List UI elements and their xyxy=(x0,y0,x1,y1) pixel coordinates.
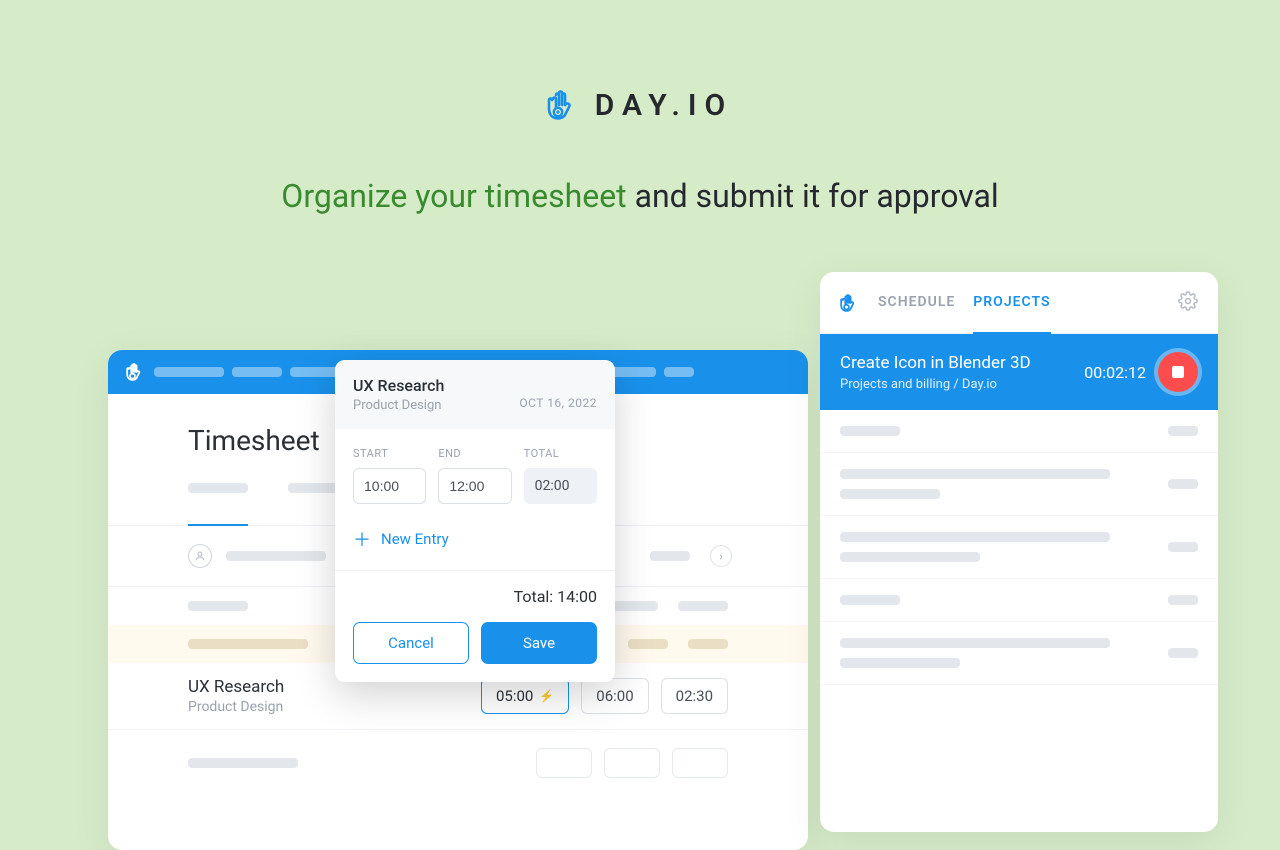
modal-task-title: UX Research xyxy=(353,376,444,395)
brand-name: DAY.IO xyxy=(595,88,734,123)
modal-grand-total: Total: 14:00 xyxy=(335,570,615,622)
plus-icon: ＋ xyxy=(353,526,371,552)
active-tracker: Create Icon in Blender 3D Projects and b… xyxy=(820,334,1218,410)
list-item[interactable] xyxy=(820,622,1218,685)
list-item[interactable] xyxy=(820,453,1218,516)
tracker-elapsed: 00:02:12 xyxy=(1084,363,1146,382)
settings-button[interactable] xyxy=(1178,291,1198,315)
entry-modal: UX Research Product Design OCT 16, 2022 … xyxy=(335,360,615,682)
project-name: Product Design xyxy=(188,699,469,715)
start-label: START xyxy=(353,447,426,460)
next-button[interactable]: › xyxy=(710,545,732,567)
end-input[interactable] xyxy=(438,468,511,504)
time-cell-1[interactable]: 05:00⚡ xyxy=(481,678,569,714)
hand-icon xyxy=(547,85,581,125)
tagline: Organize your timesheet and submit it fo… xyxy=(0,173,1280,219)
skeleton-row xyxy=(108,730,808,796)
avatar-icon xyxy=(188,544,212,568)
list-item[interactable] xyxy=(820,410,1218,453)
tracker-title: Create Icon in Blender 3D xyxy=(840,353,1072,373)
list-item[interactable] xyxy=(820,579,1218,622)
projects-card: SCHEDULE PROJECTS Create Icon in Blender… xyxy=(820,272,1218,832)
hand-icon xyxy=(840,291,860,315)
cancel-button[interactable]: Cancel xyxy=(353,622,469,664)
gear-icon xyxy=(1178,291,1198,311)
bolt-icon: ⚡ xyxy=(539,689,554,703)
new-entry-button[interactable]: ＋ New Entry xyxy=(353,526,597,552)
stop-icon xyxy=(1172,366,1184,378)
hand-icon xyxy=(126,360,146,384)
total-label: TOTAL xyxy=(524,447,597,460)
stop-button[interactable] xyxy=(1158,352,1198,392)
brand-logo: DAY.IO xyxy=(547,85,734,125)
list-item[interactable] xyxy=(820,516,1218,579)
end-label: END xyxy=(438,447,511,460)
tab-schedule[interactable]: SCHEDULE xyxy=(878,272,955,334)
modal-date: OCT 16, 2022 xyxy=(519,396,597,410)
time-cell-2[interactable]: 06:00 xyxy=(581,678,648,714)
time-cell-3[interactable]: 02:30 xyxy=(661,678,728,714)
start-input[interactable] xyxy=(353,468,426,504)
total-display: 02:00 xyxy=(524,468,597,504)
save-button[interactable]: Save xyxy=(481,622,597,664)
tracker-breadcrumb: Projects and billing / Day.io xyxy=(840,377,1072,392)
modal-project: Product Design xyxy=(353,398,444,413)
tab-projects[interactable]: PROJECTS xyxy=(973,272,1050,334)
